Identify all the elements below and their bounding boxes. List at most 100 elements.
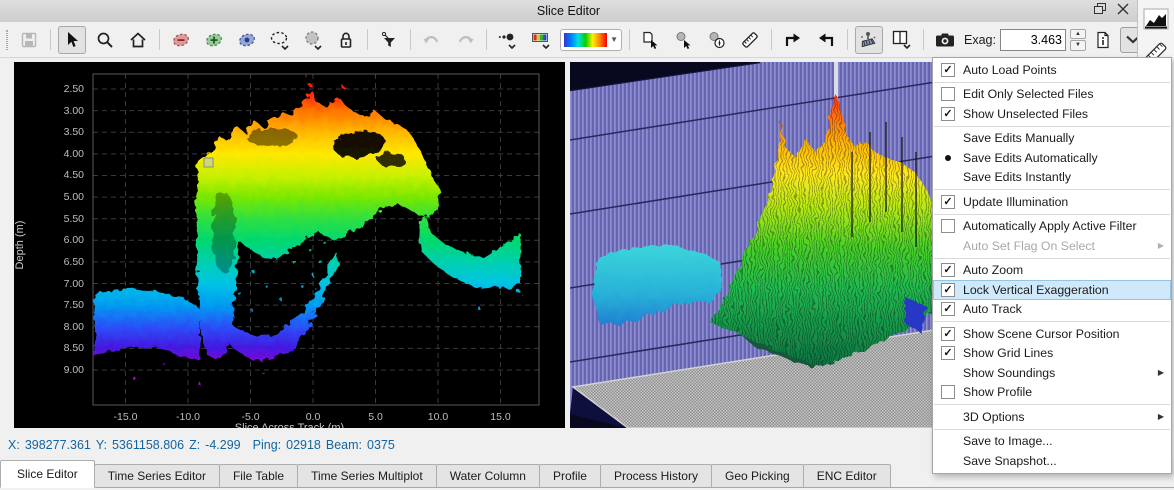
menu-item-save-edits-instantly[interactable]: Save Edits Instantly xyxy=(933,168,1171,188)
colormap-combobox[interactable]: ▼ xyxy=(560,29,622,51)
zoom-button[interactable] xyxy=(91,26,119,54)
y-tick-label: 4.50 xyxy=(24,169,84,181)
tab-file-table[interactable]: File Table xyxy=(219,464,298,487)
menu-item-show-profile[interactable]: Show Profile xyxy=(933,383,1171,403)
slice-2d-view[interactable]: Depth (m) Slice Across Track (m) 2.503.0… xyxy=(14,62,565,428)
x-tick-label: -15.0 xyxy=(101,411,151,423)
menu-item-show-grid-lines[interactable]: ✓Show Grid Lines xyxy=(933,344,1171,364)
y-tick-label: 8.50 xyxy=(24,342,84,354)
float-window-icon[interactable] xyxy=(1094,3,1107,15)
y-tick-label: 3.00 xyxy=(24,105,84,117)
x-tick-label: 0.0 xyxy=(288,411,338,423)
filter-button[interactable] xyxy=(375,26,403,54)
tab-water-column[interactable]: Water Column xyxy=(436,464,540,487)
checkmark-icon: ✓ xyxy=(933,63,963,77)
close-icon[interactable] xyxy=(1117,3,1129,15)
tab-time-series-editor[interactable]: Time Series Editor xyxy=(94,464,220,487)
menu-item-show-scene-cursor-position[interactable]: ✓Show Scene Cursor Position xyxy=(933,324,1171,344)
histogram-icon[interactable] xyxy=(1141,4,1171,34)
menu-item-save-edits-automatically[interactable]: Save Edits Automatically xyxy=(933,148,1171,168)
menu-item-label: Save Edits Automatically xyxy=(963,151,1098,165)
check-column xyxy=(933,219,963,233)
menu-separator xyxy=(934,126,1170,127)
tab-profile[interactable]: Profile xyxy=(539,464,601,487)
measure-button[interactable] xyxy=(736,26,764,54)
exag-spinner[interactable]: ▲▼ xyxy=(1070,29,1086,51)
exag-input[interactable] xyxy=(1000,29,1066,51)
tab-slice-editor[interactable]: Slice Editor xyxy=(0,460,95,488)
title-bar: Slice Editor xyxy=(0,0,1137,23)
reject-selection-button[interactable] xyxy=(167,26,195,54)
tab-process-history[interactable]: Process History xyxy=(600,464,712,487)
y-tick-label: 4.00 xyxy=(24,148,84,160)
menu-separator xyxy=(934,321,1170,322)
spray-edit-button[interactable] xyxy=(855,26,883,54)
redo-button[interactable] xyxy=(451,26,479,54)
menu-item-auto-track[interactable]: ✓Auto Track xyxy=(933,300,1171,320)
pick-sounding-button[interactable] xyxy=(670,26,698,54)
menu-item-automatically-apply-active-filter[interactable]: Automatically Apply Active Filter xyxy=(933,217,1171,237)
pick-file-button[interactable] xyxy=(637,26,665,54)
select-points-button[interactable] xyxy=(233,26,261,54)
menu-item-edit-only-selected-files[interactable]: Edit Only Selected Files xyxy=(933,85,1171,105)
snapshot-camera-button[interactable] xyxy=(931,26,959,54)
checkmark-icon: ✓ xyxy=(933,263,963,277)
menu-item-label: Edit Only Selected Files xyxy=(963,87,1094,101)
menu-separator xyxy=(934,82,1170,83)
exag-label: Exag: xyxy=(964,33,996,47)
accept-selection-button[interactable] xyxy=(200,26,228,54)
menu-item-show-soundings[interactable]: Show Soundings▶ xyxy=(933,363,1171,383)
color-by-button[interactable] xyxy=(527,26,555,54)
select-cursor-button[interactable] xyxy=(58,26,86,54)
x-tick-label: -5.0 xyxy=(226,411,276,423)
next-slice-button[interactable] xyxy=(779,26,807,54)
menu-item-save-to-image-[interactable]: Save to Image... xyxy=(933,432,1171,452)
menu-item-update-illumination[interactable]: ✓Update Illumination xyxy=(933,192,1171,212)
pick-position-button[interactable] xyxy=(703,26,731,54)
flag-pages-button[interactable] xyxy=(888,26,916,54)
menu-separator xyxy=(934,404,1170,405)
menu-item-label: Show Scene Cursor Position xyxy=(963,327,1120,341)
circle-select-button[interactable] xyxy=(299,26,327,54)
menu-item-auto-load-points[interactable]: ✓Auto Load Points xyxy=(933,60,1171,80)
menu-item-save-edits-manually[interactable]: Save Edits Manually xyxy=(933,129,1171,149)
menu-item-label: Show Soundings xyxy=(963,366,1055,380)
menu-separator xyxy=(934,258,1170,259)
y-tick-label: 5.00 xyxy=(24,191,84,203)
status-x-value: 398277.361 xyxy=(25,438,91,452)
menu-item-show-unselected-files[interactable]: ✓Show Unselected Files xyxy=(933,104,1171,124)
y-tick-label: 6.00 xyxy=(24,234,84,246)
info-button[interactable] xyxy=(1090,27,1116,53)
menu-item-label: Auto Set Flag On Select xyxy=(963,239,1095,253)
status-beam-value: 0375 xyxy=(367,438,395,452)
previous-slice-button[interactable] xyxy=(812,26,840,54)
checkmark-icon: ✓ xyxy=(933,195,963,209)
menu-item-auto-zoom[interactable]: ✓Auto Zoom xyxy=(933,261,1171,281)
y-tick-label: 6.50 xyxy=(24,256,84,268)
point-size-button[interactable] xyxy=(494,26,522,54)
y-tick-label: 2.50 xyxy=(24,83,84,95)
lasso-select-button[interactable] xyxy=(266,26,294,54)
window-title: Slice Editor xyxy=(537,4,600,18)
options-context-menu: ✓Auto Load Points Edit Only Selected File… xyxy=(932,57,1172,474)
lock-selection-button[interactable] xyxy=(332,26,360,54)
colormap-gradient xyxy=(564,33,607,47)
check-column xyxy=(933,385,963,399)
tab-geo-picking[interactable]: Geo Picking xyxy=(711,464,804,487)
menu-item-3d-options[interactable]: 3D Options▶ xyxy=(933,407,1171,427)
menu-item-label: 3D Options xyxy=(963,410,1025,424)
menu-item-label: Save Snapshot... xyxy=(963,454,1057,468)
tab-enc-editor[interactable]: ENC Editor xyxy=(803,464,891,487)
home-view-button[interactable] xyxy=(124,26,152,54)
menu-separator xyxy=(934,189,1170,190)
undo-button[interactable] xyxy=(418,26,446,54)
tab-time-series-multiplot[interactable]: Time Series Multiplot xyxy=(297,464,437,487)
menu-item-label: Show Grid Lines xyxy=(963,346,1053,360)
save-button[interactable] xyxy=(15,26,43,54)
toolbar-drag-handle[interactable] xyxy=(6,30,8,50)
menu-item-save-snapshot-[interactable]: Save Snapshot... xyxy=(933,451,1171,471)
menu-item-label: Update Illumination xyxy=(963,195,1068,209)
menu-separator xyxy=(934,429,1170,430)
status-z-value: -4.299 xyxy=(205,438,240,452)
menu-item-lock-vertical-exaggeration[interactable]: ✓Lock Vertical Exaggeration xyxy=(933,280,1171,300)
